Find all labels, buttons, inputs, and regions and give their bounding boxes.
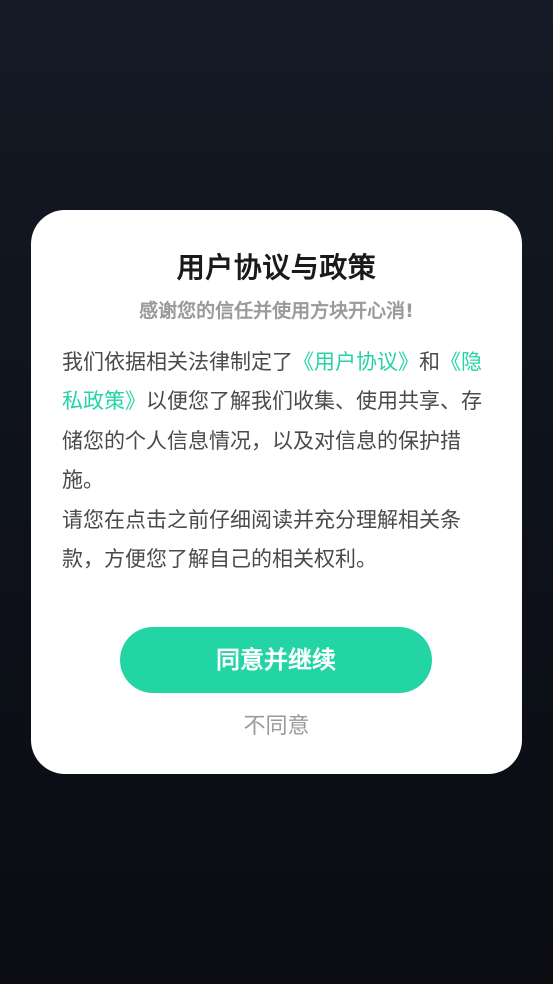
- user-agreement-link[interactable]: 《用户协议》: [293, 350, 419, 374]
- agree-continue-button[interactable]: 同意并继续: [120, 627, 432, 693]
- paragraph-policy: 我们依据相关法律制定了《用户协议》和《隐私政策》以便您了解我们收集、使用共享、存…: [62, 343, 496, 501]
- paragraph-intro: 我们依据相关法律制定了: [62, 350, 293, 374]
- disagree-button[interactable]: 不同意: [31, 709, 522, 745]
- paragraph-conjunction: 和: [419, 350, 440, 374]
- dialog-subtitle: 感谢您的信任并使用方块开心消!: [139, 300, 414, 322]
- dialog-title: 用户协议与政策: [176, 251, 377, 284]
- dialog-body: 我们依据相关法律制定了《用户协议》和《隐私政策》以便您了解我们收集、使用共享、存…: [62, 343, 496, 579]
- agreement-dialog: 用户协议与政策 感谢您的信任并使用方块开心消! 我们依据相关法律制定了《用户协议…: [31, 210, 522, 774]
- paragraph-reminder: 请您在点击之前仔细阅读并充分理解相关条款，方便您了解自己的相关权利。: [62, 507, 461, 572]
